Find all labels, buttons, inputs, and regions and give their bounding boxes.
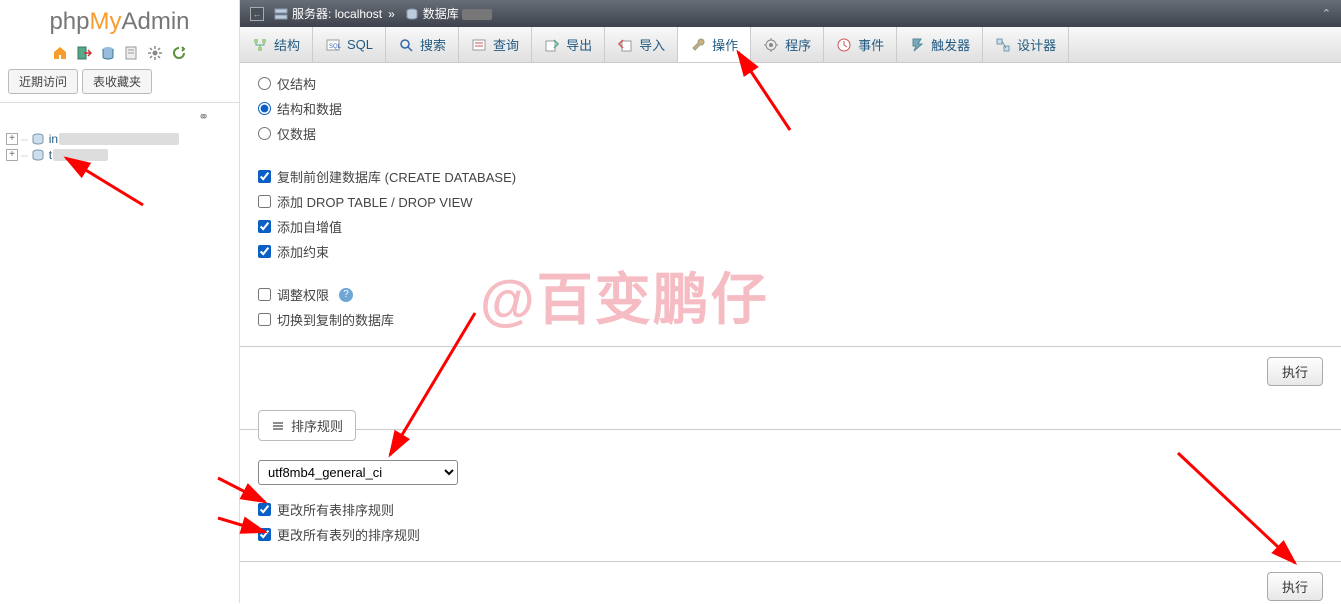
breadcrumb: ← 服务器: localhost » 数据库 ⌃ bbox=[240, 0, 1341, 27]
tab-query[interactable]: 查询 bbox=[459, 27, 532, 62]
check-auto-increment[interactable] bbox=[258, 220, 271, 233]
label-data-only[interactable]: 仅数据 bbox=[277, 124, 316, 143]
expand-icon[interactable]: + bbox=[6, 149, 18, 161]
execute-button-collation[interactable]: 执行 bbox=[1267, 572, 1323, 601]
logo[interactable]: phpMyAdmin bbox=[0, 0, 239, 40]
sidebar-quick-icons bbox=[0, 40, 239, 65]
logo-my: My bbox=[90, 8, 122, 35]
label-change-tables-collation[interactable]: 更改所有表排序规则 bbox=[277, 500, 394, 519]
breadcrumb-server[interactable]: 服务器: localhost bbox=[292, 5, 382, 22]
home-icon[interactable] bbox=[52, 45, 68, 61]
db-tree: + – in + – t bbox=[0, 127, 239, 167]
logo-admin: Admin bbox=[122, 8, 190, 35]
label-switch-db[interactable]: 切换到复制的数据库 bbox=[277, 310, 394, 329]
tab-triggers[interactable]: 触发器 bbox=[897, 27, 983, 62]
sql-icon[interactable] bbox=[100, 45, 116, 61]
tabnav: 结构 SQLSQL 搜索 查询 导出 导入 操作 程序 事件 触发器 设计器 bbox=[240, 27, 1341, 63]
database-icon bbox=[405, 8, 419, 20]
search-icon bbox=[398, 37, 414, 53]
label-create-database[interactable]: 复制前创建数据库 (CREATE DATABASE) bbox=[277, 167, 516, 186]
main: ← 服务器: localhost » 数据库 ⌃ 结构 SQLSQL 搜索 查询… bbox=[240, 0, 1341, 603]
tab-routines[interactable]: 程序 bbox=[751, 27, 824, 62]
radio-structure-data[interactable] bbox=[258, 102, 271, 115]
label-structure-only[interactable]: 仅结构 bbox=[277, 74, 316, 93]
panel-collation-title: 排序规则 bbox=[291, 416, 343, 435]
sidebar-tabs: 近期访问 表收藏夹 bbox=[0, 65, 239, 98]
triggers-icon bbox=[909, 37, 925, 53]
content-area: 仅结构 结构和数据 仅数据 复制前创建数据库 (CREATE DATABASE)… bbox=[240, 63, 1341, 604]
database-icon bbox=[31, 133, 45, 145]
tab-favorites[interactable]: 表收藏夹 bbox=[82, 69, 152, 94]
label-constraints[interactable]: 添加约束 bbox=[277, 242, 329, 261]
tab-operations[interactable]: 操作 bbox=[678, 27, 751, 62]
tab-structure[interactable]: 结构 bbox=[240, 27, 313, 62]
reload-icon[interactable] bbox=[171, 45, 187, 61]
check-change-columns-collation[interactable] bbox=[258, 528, 271, 541]
label-adjust-permissions[interactable]: 调整权限 bbox=[277, 285, 329, 304]
collapse-up-icon[interactable]: ⌃ bbox=[1322, 7, 1331, 20]
docs-icon[interactable] bbox=[123, 45, 139, 61]
sidebar: phpMyAdmin 近期访问 表收藏夹 ⚭ + – in + – t bbox=[0, 0, 240, 603]
check-change-tables-collation[interactable] bbox=[258, 503, 271, 516]
export-icon bbox=[544, 37, 560, 53]
database-icon bbox=[31, 149, 45, 161]
link-filter-icon[interactable]: ⚭ bbox=[0, 107, 239, 127]
collapse-left-icon[interactable]: ← bbox=[250, 7, 264, 21]
execute-button-copy[interactable]: 执行 bbox=[1267, 357, 1323, 386]
label-change-columns-collation[interactable]: 更改所有表列的排序规则 bbox=[277, 525, 420, 544]
collation-select[interactable]: utf8mb4_general_ci bbox=[258, 460, 458, 485]
import-icon bbox=[617, 37, 633, 53]
tab-recent[interactable]: 近期访问 bbox=[8, 69, 78, 94]
db-item-information-schema[interactable]: + – in bbox=[0, 131, 239, 147]
radio-structure-only[interactable] bbox=[258, 77, 271, 90]
breadcrumb-database[interactable]: 数据库 bbox=[423, 5, 492, 22]
panel-collation-body: utf8mb4_general_ci 更改所有表排序规则 更改所有表列的排序规则… bbox=[240, 429, 1341, 604]
routines-icon bbox=[763, 37, 779, 53]
exit-icon[interactable] bbox=[76, 45, 92, 61]
db-label: in bbox=[49, 132, 58, 146]
db-label: t bbox=[49, 148, 52, 162]
svg-text:SQL: SQL bbox=[329, 44, 341, 50]
tab-designer[interactable]: 设计器 bbox=[983, 27, 1069, 62]
sql-tab-icon: SQL bbox=[325, 37, 341, 53]
check-create-database[interactable] bbox=[258, 170, 271, 183]
designer-icon bbox=[995, 37, 1011, 53]
tab-search[interactable]: 搜索 bbox=[386, 27, 459, 62]
label-auto-increment[interactable]: 添加自增值 bbox=[277, 217, 342, 236]
query-icon bbox=[471, 37, 487, 53]
radio-data-only[interactable] bbox=[258, 127, 271, 140]
tab-events[interactable]: 事件 bbox=[824, 27, 897, 62]
help-icon[interactable]: ? bbox=[339, 288, 353, 302]
db-item-selected[interactable]: + – t bbox=[0, 147, 239, 163]
check-switch-db[interactable] bbox=[258, 313, 271, 326]
list-icon bbox=[271, 420, 285, 432]
check-add-drop[interactable] bbox=[258, 195, 271, 208]
wrench-icon bbox=[690, 37, 706, 53]
label-structure-data[interactable]: 结构和数据 bbox=[277, 99, 342, 118]
tab-import[interactable]: 导入 bbox=[605, 27, 678, 62]
label-add-drop[interactable]: 添加 DROP TABLE / DROP VIEW bbox=[277, 192, 473, 211]
check-adjust-permissions[interactable] bbox=[258, 288, 271, 301]
tab-sql[interactable]: SQLSQL bbox=[313, 27, 386, 62]
server-icon bbox=[274, 8, 288, 20]
check-constraints[interactable] bbox=[258, 245, 271, 258]
clock-icon bbox=[836, 37, 852, 53]
tab-export[interactable]: 导出 bbox=[532, 27, 605, 62]
logo-php: php bbox=[49, 8, 89, 35]
structure-icon bbox=[252, 37, 268, 53]
panel-collation-header: 排序规则 bbox=[258, 410, 356, 441]
settings-icon[interactable] bbox=[147, 45, 163, 61]
expand-icon[interactable]: + bbox=[6, 133, 18, 145]
